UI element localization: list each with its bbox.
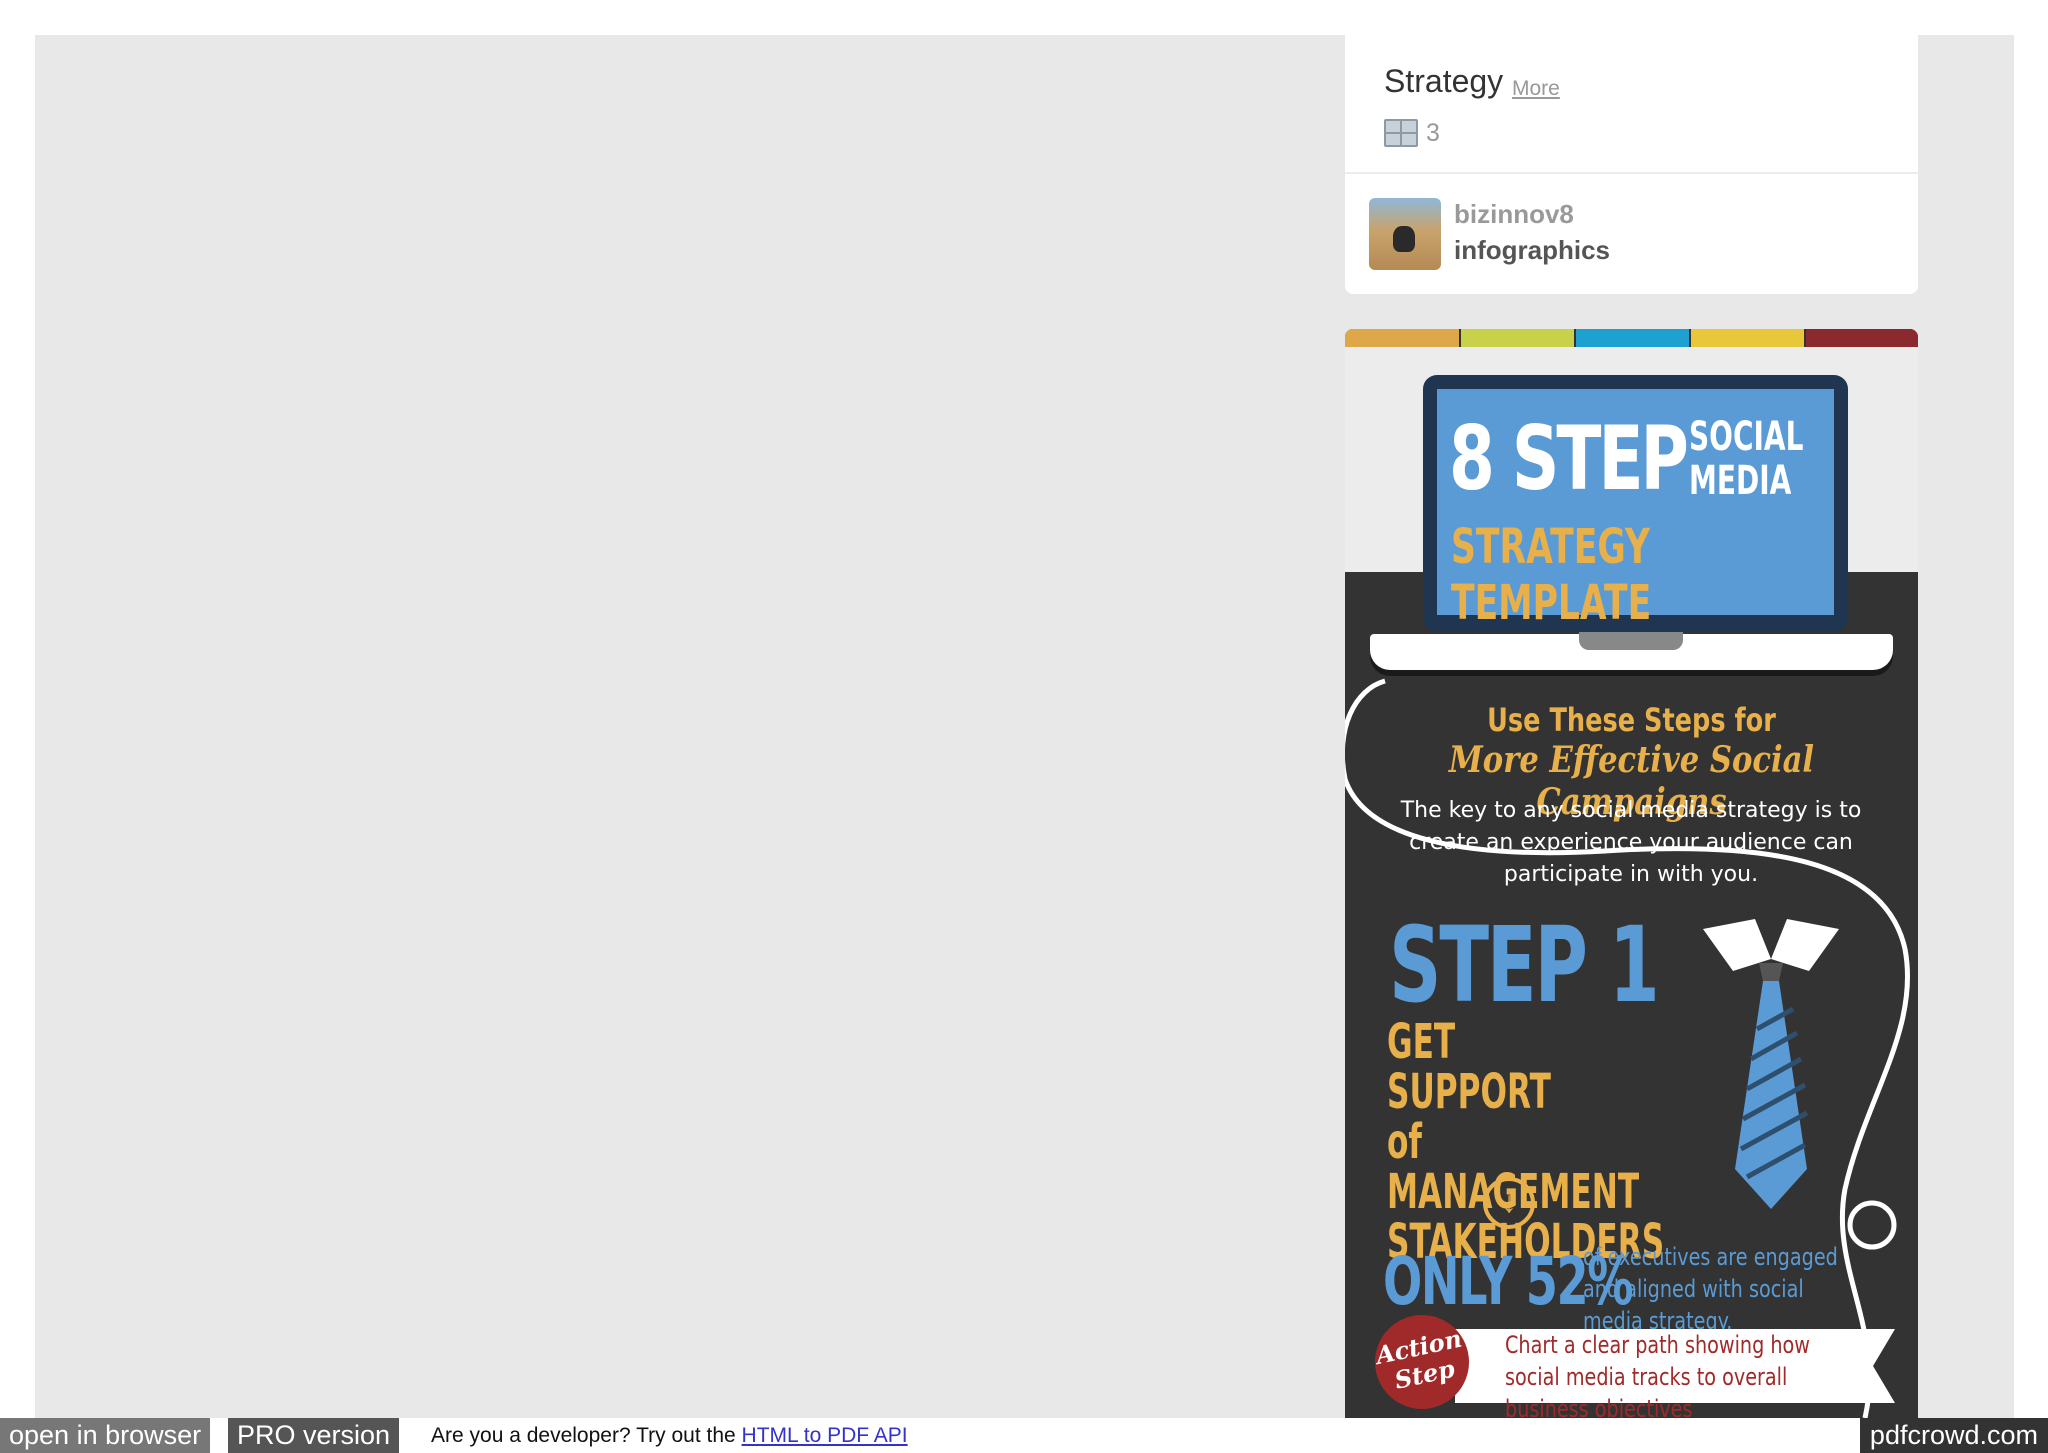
tie-icon (1703, 919, 1839, 1209)
stat-note: of executives are engaged and aligned wi… (1583, 1243, 1838, 1335)
laptop-illustration: 8 STEP SOCIAL MEDIA STRATEGY TEMPLATE (1423, 375, 1848, 632)
board-card[interactable]: Strategy More 3 bizinnov8 infographics (1345, 35, 1918, 294)
action-text: Chart a clear path showing how social me… (1505, 1331, 1810, 1418)
more-link[interactable]: More (1512, 77, 1560, 101)
html-to-pdf-api-link[interactable]: HTML to PDF API (742, 1424, 908, 1447)
developer-promo: Are you a developer? Try out the HTML to… (431, 1418, 908, 1453)
screen-subtitle: SOCIAL MEDIA (1689, 414, 1804, 504)
board-header: Strategy More 3 (1345, 35, 1918, 174)
color-stripe (1806, 329, 1918, 347)
screen-tagline: STRATEGY TEMPLATE (1451, 519, 1652, 631)
intro-text: The key to any social media strategy is … (1400, 798, 1862, 887)
headline-primary: Use These Steps for (1487, 701, 1776, 739)
step-number: STEP 1 (1389, 904, 1660, 1026)
color-stripe (1461, 329, 1574, 347)
board-name[interactable]: infographics (1454, 235, 1610, 266)
user-name[interactable]: bizinnov8 (1454, 199, 1574, 230)
pin-count: 3 (1426, 119, 1440, 147)
pin-image[interactable]: 8 STEP SOCIAL MEDIA STRATEGY TEMPLATE Us… (1345, 329, 1918, 1418)
color-stripe (1576, 329, 1689, 347)
pdfcrowd-brand-link[interactable]: pdfcrowd.com (1859, 1418, 2048, 1453)
screen-title: 8 STEP (1449, 407, 1689, 510)
avatar[interactable] (1369, 198, 1441, 270)
step-title: GET SUPPORT of MANAGEMENT STAKEHOLDERS (1387, 1014, 1665, 1270)
laptop-screen: 8 STEP SOCIAL MEDIA STRATEGY TEMPLATE (1437, 389, 1834, 631)
color-stripe (1345, 329, 1459, 347)
open-in-browser-button[interactable]: open in browser (0, 1418, 211, 1453)
color-stripe (1691, 329, 1804, 347)
pro-version-button[interactable]: PRO version (228, 1418, 400, 1453)
pins-icon (1384, 119, 1418, 147)
pdfcrowd-footer: open in browser PRO version Are you a de… (0, 1418, 2048, 1453)
developer-promo-text: Are you a developer? Try out the (431, 1424, 742, 1447)
board-title[interactable]: Strategy (1384, 63, 1503, 100)
arrow-down-icon: ↓ (1483, 1177, 1535, 1229)
